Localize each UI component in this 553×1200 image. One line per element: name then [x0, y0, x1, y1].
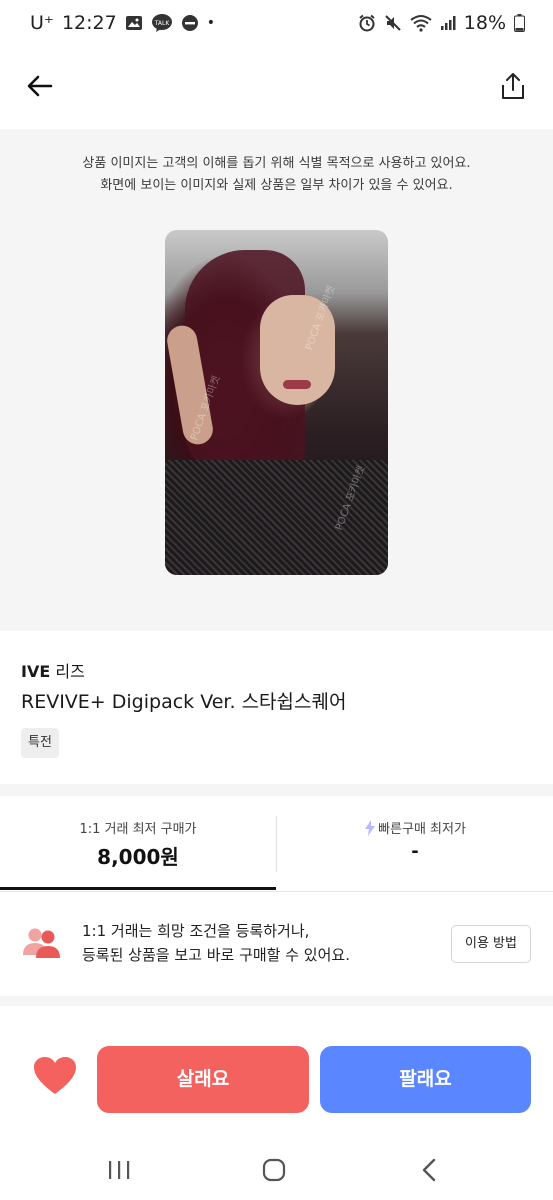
arrow-left-icon [27, 75, 53, 97]
image-notice-line2: 화면에 보이는 이미지와 실제 상품은 일부 차이가 있을 수 있어요. [100, 178, 453, 193]
alarm-icon [358, 14, 376, 32]
wishlist-button[interactable] [33, 1056, 77, 1096]
app-header [0, 56, 553, 116]
image-notice-line1: 상품 이미지는 고객의 이해를 돕기 위해 식별 목적으로 사용하고 있어요. [82, 156, 471, 171]
tab-label: 1:1 거래 최저 구매가 [0, 818, 276, 837]
mute-icon [384, 14, 402, 32]
tab-quick-buy-price[interactable]: 빠른구매 최저가 - [277, 806, 553, 891]
share-button[interactable] [493, 66, 533, 106]
gallery-icon [125, 15, 143, 31]
image-notice: 상품 이미지는 고객의 이해를 돕기 위해 식별 목적으로 사용하고 있어요. … [0, 153, 553, 197]
lightning-icon [365, 819, 376, 836]
how-to-use-button[interactable]: 이용 방법 [451, 925, 531, 963]
talk-icon: TALK [151, 13, 173, 33]
system-navigation-bar [0, 1140, 553, 1200]
action-bar: 살래요 팔래요 [0, 1032, 553, 1128]
tab-label: 빠른구매 최저가 [277, 818, 553, 837]
battery-icon [514, 14, 525, 32]
active-tab-indicator [0, 887, 276, 890]
wifi-icon [410, 14, 432, 32]
battery-level: 18% [463, 12, 506, 34]
artist-line: IVE 리즈 [21, 658, 85, 682]
artist-group: IVE [21, 662, 51, 681]
sell-button[interactable]: 팔래요 [320, 1046, 531, 1113]
product-info: IVE 리즈 REVIVE+ Digipack Ver. 스타쉽스퀘어 특전 [0, 632, 553, 784]
status-bar: U⁺ 12:27 TALK • 18% [0, 0, 553, 46]
carrier-label: U⁺ [30, 12, 54, 34]
back-nav-icon[interactable] [420, 1158, 438, 1182]
product-tag: 특전 [21, 728, 59, 758]
svg-text:TALK: TALK [153, 20, 170, 27]
do-not-disturb-icon [181, 14, 199, 32]
artist-member: 리즈 [55, 662, 85, 681]
notification-dot: • [206, 15, 215, 31]
section-divider [0, 784, 553, 796]
trade-info-line1: 1:1 거래는 희망 조건을 등록하거나, [82, 922, 310, 940]
tab-direct-trade-price[interactable]: 1:1 거래 최저 구매가 8,000원 [0, 806, 276, 891]
back-button[interactable] [20, 66, 60, 106]
quick-buy-price: - [411, 841, 419, 862]
share-icon [502, 73, 524, 99]
product-image-area: 상품 이미지는 고객의 이해를 돕기 위해 식별 목적으로 사용하고 있어요. … [0, 129, 553, 631]
recents-icon[interactable] [106, 1159, 132, 1181]
product-title: REVIVE+ Digipack Ver. 스타쉽스퀘어 [21, 691, 347, 713]
status-left: U⁺ 12:27 TALK • [30, 12, 215, 34]
signal-icon [440, 15, 456, 31]
heart-icon [34, 1057, 76, 1094]
tab-label-text: 1:1 거래 최저 구매가 [79, 822, 197, 837]
clock: 12:27 [61, 12, 117, 34]
trade-info-text: 1:1 거래는 희망 조건을 등록하거나, 등록된 상품을 보고 바로 구매할 … [82, 919, 350, 967]
home-icon[interactable] [262, 1158, 286, 1182]
trade-info-row: 1:1 거래는 희망 조건을 등록하거나, 등록된 상품을 보고 바로 구매할 … [0, 907, 553, 987]
price-tabs: 1:1 거래 최저 구매가 8,000원 빠른구매 최저가 - [0, 806, 553, 892]
photocard-lips [283, 380, 311, 389]
trade-info-line2: 등록된 상품을 보고 바로 구매할 수 있어요. [82, 946, 350, 964]
tab-label-text: 빠른구매 최저가 [378, 822, 466, 837]
users-icon [23, 928, 60, 958]
lowest-buy-price: 8,000원 [97, 845, 179, 869]
status-right: 18% [358, 12, 525, 34]
section-divider [0, 996, 553, 1006]
buy-button[interactable]: 살래요 [97, 1046, 309, 1113]
photocard-image[interactable]: POCA 포카마켓 POCA 포카마켓 POCA 포카마켓 [165, 230, 388, 575]
